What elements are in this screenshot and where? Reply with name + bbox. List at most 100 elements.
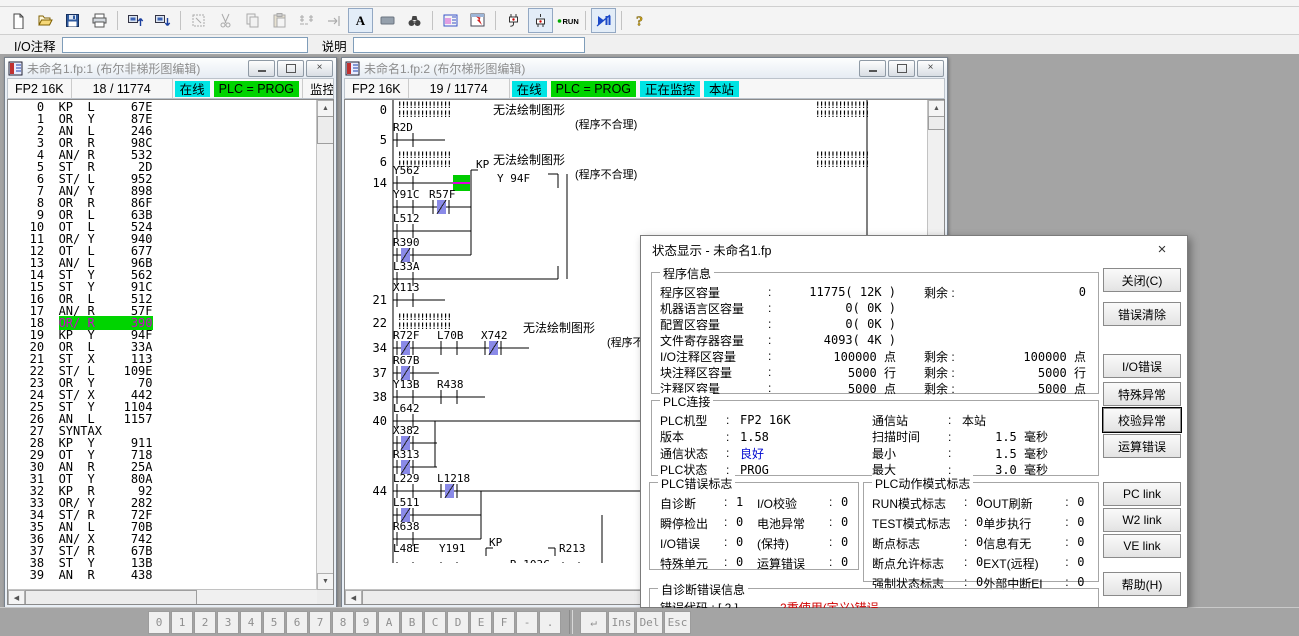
group-plc-connection: PLC连接 PLC机型:FP2 16K版本:1.58通信状态:良好PLC状态:P… xyxy=(651,400,1099,476)
keypad-key[interactable]: Del xyxy=(636,611,663,634)
scroll-up-icon[interactable]: ▲ xyxy=(317,100,334,117)
scrollbar-thumb[interactable] xyxy=(317,116,334,144)
keypad-key[interactable]: 5 xyxy=(263,611,285,634)
keypad-key[interactable]: ↵ xyxy=(580,611,607,634)
scrollbar-thumb[interactable] xyxy=(928,116,945,130)
operation-error-button[interactable]: 运算错误 xyxy=(1103,434,1181,458)
error-message: 2重使用(定义)错误 xyxy=(780,599,879,608)
keypad-key[interactable]: . xyxy=(539,611,561,634)
keypad-key[interactable]: 2 xyxy=(194,611,216,634)
scrollbar-thumb[interactable] xyxy=(25,590,197,605)
scroll-up-icon[interactable]: ▲ xyxy=(928,100,945,117)
io-error-button[interactable]: I/O错误 xyxy=(1103,354,1181,378)
minimize-button[interactable] xyxy=(859,60,886,77)
jump-button[interactable] xyxy=(321,8,346,33)
group-label: 自诊断错误信息 xyxy=(658,581,748,598)
select-button[interactable] xyxy=(186,8,211,33)
scroll-left-icon[interactable]: ◀ xyxy=(8,590,25,605)
right-window-titlebar[interactable]: 未命名1.fp:2 (布尔梯形图编辑) × xyxy=(342,58,947,78)
help-dialog-button[interactable]: 帮助(H) xyxy=(1103,572,1181,596)
hex-keypad-bar: 0123456789ABCDEF-. ↵InsDelEsc xyxy=(0,607,1299,636)
clear-error-button[interactable]: 错误清除 xyxy=(1103,302,1181,326)
description-label: 说明 xyxy=(322,36,347,55)
upload-from-plc-button[interactable] xyxy=(123,8,148,33)
plc-mode-badge: PLC = PROG xyxy=(214,81,299,97)
dialog-titlebar[interactable]: 状态显示 - 未命名1.fp × xyxy=(641,236,1187,262)
keypad-key[interactable]: E xyxy=(470,611,492,634)
keypad-key[interactable]: Esc xyxy=(664,611,691,634)
new-file-button[interactable] xyxy=(6,8,31,33)
right-window-title: 未命名1.fp:2 (布尔梯形图编辑) xyxy=(364,60,857,77)
instruction-row[interactable]: 39 AN R 438 xyxy=(8,569,317,581)
left-horizontal-scrollbar[interactable]: ◀ xyxy=(8,589,317,604)
keypad-key[interactable]: - xyxy=(516,611,538,634)
text-mode-button[interactable]: A xyxy=(348,8,373,33)
io-convert-button[interactable] xyxy=(294,8,319,33)
flag-item: 特殊单元:0 xyxy=(660,555,757,572)
flag-item: 断点标志:0 xyxy=(872,535,983,552)
svg-text:Y562: Y562 xyxy=(393,164,420,177)
program-window-button[interactable] xyxy=(465,8,490,33)
keypad-key[interactable]: Ins xyxy=(608,611,635,634)
keypad-key[interactable]: 6 xyxy=(286,611,308,634)
io-comment-label: I/O注释 xyxy=(14,36,56,55)
copy-button[interactable] xyxy=(240,8,265,33)
keypad-key[interactable]: 7 xyxy=(309,611,331,634)
find-button[interactable] xyxy=(402,8,427,33)
maximize-button[interactable] xyxy=(277,60,304,77)
program-info-row: 机器语言区容量:0( 0K ) xyxy=(660,300,1092,316)
run-mode-button[interactable]: RUN xyxy=(555,8,580,33)
comment-bar-button[interactable] xyxy=(375,8,400,33)
keypad-key[interactable]: 3 xyxy=(217,611,239,634)
group-label: PLC动作模式标志 xyxy=(872,475,973,492)
svg-text:A: A xyxy=(356,13,366,28)
keypad-key[interactable]: F xyxy=(493,611,515,634)
w2-link-button[interactable]: W2 link xyxy=(1103,508,1181,532)
program-info-row: 块注释区容量:5000 行剩余 :5000 行 xyxy=(660,364,1092,380)
scroll-down-icon[interactable]: ▼ xyxy=(317,573,334,590)
svg-text:0: 0 xyxy=(380,103,387,117)
verify-error-button[interactable]: 校验异常 xyxy=(1103,408,1181,432)
download-to-plc-button[interactable] xyxy=(150,8,175,33)
help-button[interactable]: ? xyxy=(627,8,652,33)
keypad-key[interactable]: D xyxy=(447,611,469,634)
save-button[interactable] xyxy=(60,8,85,33)
open-file-button[interactable] xyxy=(33,8,58,33)
io-comment-editor-button[interactable] xyxy=(438,8,463,33)
description-input[interactable] xyxy=(353,37,585,53)
plc-offline-button[interactable] xyxy=(501,8,526,33)
pc-link-button[interactable]: PC link xyxy=(1103,482,1181,506)
restore-button[interactable] xyxy=(888,60,915,77)
instruction-list[interactable]: 0 KP L 67E 1 OR Y 87E 2 AN L 246 3 OR R … xyxy=(8,101,317,590)
close-icon[interactable]: × xyxy=(917,60,944,77)
close-icon[interactable]: × xyxy=(1148,241,1176,258)
keypad-key[interactable]: 8 xyxy=(332,611,354,634)
keypad-key[interactable]: 9 xyxy=(355,611,377,634)
monitor-toggle-button[interactable] xyxy=(591,8,616,33)
toolbar-separator xyxy=(117,11,118,30)
keypad-key[interactable]: 4 xyxy=(240,611,262,634)
io-comment-input[interactable] xyxy=(62,37,308,53)
cut-button[interactable] xyxy=(213,8,238,33)
keypad-key[interactable]: 1 xyxy=(171,611,193,634)
toolbar-separator xyxy=(585,11,586,30)
close-icon[interactable]: × xyxy=(306,60,333,77)
keypad-key[interactable]: C xyxy=(424,611,446,634)
special-error-button[interactable]: 特殊异常 xyxy=(1103,382,1181,406)
program-info-row: 文件寄存器容量:4093( 4K ) xyxy=(660,332,1092,348)
keypad-key[interactable]: B xyxy=(401,611,423,634)
left-vertical-scrollbar[interactable]: ▲ ▼ xyxy=(316,100,333,590)
keypad-key[interactable]: 0 xyxy=(148,611,170,634)
minimize-button[interactable] xyxy=(248,60,275,77)
keypad-key[interactable]: A xyxy=(378,611,400,634)
comment-bar-icon xyxy=(379,12,396,29)
left-window-titlebar[interactable]: 未命名1.fp:1 (布尔非梯形图编辑) × xyxy=(5,58,336,78)
plc-online-button[interactable] xyxy=(528,8,553,33)
paste-button[interactable] xyxy=(267,8,292,33)
print-button[interactable] xyxy=(87,8,112,33)
scroll-left-icon[interactable]: ◀ xyxy=(345,590,362,605)
group-diagnosis: 自诊断错误信息 错误代码 : [ 2 ] 2重使用(定义)错误 xyxy=(649,588,1099,607)
ve-link-button[interactable]: VE link xyxy=(1103,534,1181,558)
close-dialog-button[interactable]: 关闭(C) xyxy=(1103,268,1181,292)
flag-item: 瞬停检出:0 xyxy=(660,515,757,532)
